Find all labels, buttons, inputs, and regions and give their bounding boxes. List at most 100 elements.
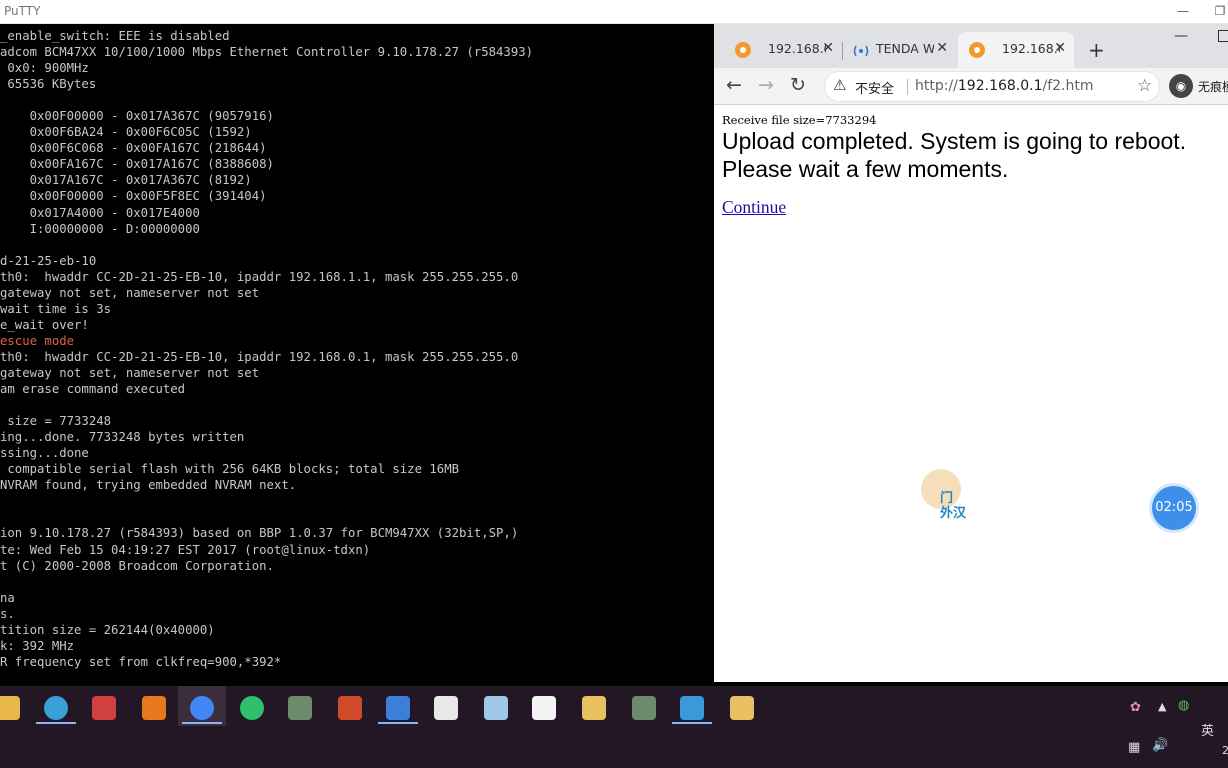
putty-window-title: PuTTY	[4, 4, 41, 18]
terminal-line: t (C) 2000-2008 Broadcom Corporation.	[0, 558, 274, 573]
incognito-label[interactable]: 无痕模式	[1198, 78, 1228, 95]
terminal-line: th0: hwaddr CC-2D-21-25-EB-10, ipaddr 19…	[0, 269, 519, 284]
tray-network-icon[interactable]: ▦	[1128, 740, 1140, 755]
tab-close-icon[interactable]: ✕	[822, 40, 834, 56]
browser-restore-button[interactable]	[1218, 30, 1228, 42]
putty-minimize-button[interactable]: —	[1168, 0, 1198, 23]
continue-link[interactable]: Continue	[722, 197, 786, 218]
toolbox-icon[interactable]	[338, 696, 362, 720]
terminal-line: NVRAM found, trying embedded NVRAM next.	[0, 478, 297, 493]
tray-network-globe-icon[interactable]: ◍	[1178, 698, 1189, 713]
tab-router-active[interactable]: 192.168.0 ✕	[958, 32, 1074, 68]
running-app-indicator	[672, 722, 712, 724]
terminal-line: k: 392 MHz	[0, 638, 75, 653]
wifi-antenna-icon	[853, 45, 869, 57]
router-favicon-icon	[969, 42, 985, 58]
browser-toolbar: ← → ↻ ⚠ 不安全 http://192.168.0.1/f2.htm ☆ …	[714, 68, 1228, 105]
terminal-line: compatible serial flash with 256 64KB bl…	[0, 462, 460, 477]
media-record-icon[interactable]	[92, 696, 116, 720]
running-app-indicator	[378, 722, 418, 724]
terminal-line: s.	[0, 606, 15, 621]
not-secure-warning-icon[interactable]: ⚠	[833, 76, 846, 94]
tab-tenda[interactable]: TENDA W ✕	[844, 32, 956, 68]
network-globe-icon[interactable]	[44, 696, 68, 720]
terminal-line: am erase command executed	[0, 382, 186, 397]
terminal-line: 0x00F6BA24 - 0x00F6C05C (1592)	[0, 125, 252, 140]
putty-titlebar: PuTTY — ❐	[0, 0, 1228, 24]
tab-title: TENDA W	[876, 41, 934, 56]
terminal-line: 0x00FA167C - 0x017A167C (8388608)	[0, 157, 274, 172]
file-explorer-icon[interactable]	[0, 696, 20, 720]
receive-file-size-text: Receive file size=7733294	[722, 113, 877, 127]
tab-strip: 192.168.0 ✕ TENDA W ✕ 192.168.0 ✕ + —	[714, 24, 1228, 68]
terminal-line: size = 7733248	[0, 414, 112, 429]
terminal-line: 0x017A167C - 0x017A367C (8192)	[0, 173, 252, 188]
document-tool-icon[interactable]	[434, 696, 458, 720]
tray-volume-icon[interactable]: 🔊	[1152, 738, 1168, 753]
terminal-line: R frequency set from clkfreq=900,*392*	[0, 654, 282, 669]
terminal-line: gateway not set, nameserver not set	[0, 365, 260, 380]
back-button[interactable]: ←	[726, 74, 742, 96]
terminal-line: _enable_switch: EEE is disabled	[0, 29, 230, 43]
search-tool-icon[interactable]	[142, 696, 166, 720]
tab-close-icon[interactable]: ✕	[936, 40, 948, 56]
chrome-icon[interactable]	[190, 696, 214, 720]
terminal-line: ssing...done	[0, 446, 89, 461]
tray-app-icon[interactable]: ✿	[1130, 700, 1141, 715]
tray-expand-icon[interactable]: ▲	[1158, 700, 1166, 713]
putty-icon[interactable]	[680, 696, 704, 720]
gear-app-icon-1[interactable]	[288, 696, 312, 720]
media-player-icon[interactable]	[240, 696, 264, 720]
terminal-line: 0x00F6C068 - 0x00FA167C (218644)	[0, 141, 267, 156]
forward-button[interactable]: →	[758, 74, 774, 96]
new-tab-button[interactable]: +	[1088, 38, 1105, 62]
tab-close-icon[interactable]: ✕	[1054, 40, 1066, 56]
running-app-indicator	[36, 722, 76, 724]
reload-button[interactable]: ↻	[790, 74, 806, 96]
running-app-indicator	[182, 722, 222, 724]
terminal-line: I:00000000 - D:00000000	[0, 221, 200, 236]
putty-terminal[interactable]: _enable_switch: EEE is disabled adcom BCM…	[0, 24, 714, 686]
url-text[interactable]: http://192.168.0.1/f2.htm	[915, 78, 1094, 94]
folder-search-icon-1[interactable]	[582, 696, 606, 720]
tray-ime-language[interactable]: 英	[1201, 720, 1214, 739]
terminal-line: 0x0: 900MHz	[0, 61, 89, 76]
settings-flower-icon[interactable]	[484, 696, 508, 720]
terminal-line: escue mode	[0, 333, 75, 348]
tab-title: 192.168.0	[768, 41, 826, 56]
not-secure-label[interactable]: 不安全	[855, 78, 894, 97]
recording-timer[interactable]: 02:05	[1152, 486, 1196, 530]
terminal-line: ing...done. 7733248 bytes written	[0, 430, 245, 445]
terminal-line: d-21-25-eb-10	[0, 253, 97, 268]
url-scheme: http://	[915, 78, 958, 94]
putty-restore-button[interactable]: ❐	[1205, 0, 1228, 23]
tab-separator	[842, 42, 843, 60]
terminal-line: gateway not set, nameserver not set	[0, 285, 260, 300]
terminal-line: th0: hwaddr CC-2D-21-25-EB-10, ipaddr 19…	[0, 349, 519, 364]
terminal-line: te: Wed Feb 15 04:19:27 EST 2017 (root@l…	[0, 542, 371, 557]
terminal-line: 0x00F00000 - 0x00F5F8EC (391404)	[0, 189, 267, 204]
tab-title: 192.168.0	[1002, 41, 1060, 56]
folder-search-icon-2[interactable]	[730, 696, 754, 720]
browser-minimize-button[interactable]: —	[1174, 28, 1188, 44]
terminal-line: e_wait over!	[0, 317, 89, 332]
tab-router-1[interactable]: 192.168.0 ✕	[724, 32, 842, 68]
router-favicon-icon	[735, 42, 751, 58]
incognito-icon[interactable]: ◉	[1169, 74, 1193, 98]
please-wait-message: Please wait a few moments.	[722, 156, 1009, 182]
gear-app-icon-2[interactable]	[632, 696, 656, 720]
bookmark-star-icon[interactable]: ☆	[1137, 76, 1152, 96]
address-bar[interactable]: ⚠ 不安全 http://192.168.0.1/f2.htm ☆	[824, 71, 1160, 102]
terminal-line: 0x017A4000 - 0x017E4000	[0, 205, 200, 220]
network-adapter-icon[interactable]	[386, 696, 410, 720]
blank-document-icon[interactable]	[532, 696, 556, 720]
terminal-line: tition size = 262144(0x40000)	[0, 622, 215, 637]
terminal-line: ion 9.10.178.27 (r584393) based on BBP 1…	[0, 526, 519, 541]
tray-clock[interactable]: 2	[1222, 744, 1228, 757]
terminal-line: adcom BCM47XX 10/100/1000 Mbps Ethernet …	[0, 45, 534, 60]
